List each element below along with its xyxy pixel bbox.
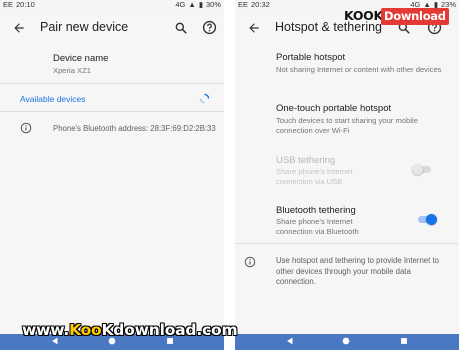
carrier-label: EE [3, 0, 14, 9]
nav-recents-icon[interactable] [399, 336, 409, 346]
divider [0, 111, 224, 112]
spinner-icon [199, 93, 210, 104]
phone-screen-pair-device: EE 20:10 4G ▲ ▮ 30% Pair new device Devi… [0, 0, 224, 350]
kookdownload-logo: KOOK Download [344, 8, 458, 28]
device-name-value: Xperia XZ1 [53, 66, 91, 75]
usb-tethering-subtitle: Share phone's Internet connection via US… [276, 167, 353, 186]
arrow-back-icon[interactable] [247, 21, 261, 35]
signal-icon: ▲ [188, 0, 196, 9]
usb-tethering-title: USB tethering [276, 155, 336, 166]
bluetooth-tethering-title: Bluetooth tethering [276, 205, 356, 216]
navigation-bar [235, 334, 459, 350]
page-title: Pair new device [40, 20, 129, 34]
bluetooth-tethering-subtitle: Share phone's Internet connection via Bl… [276, 217, 359, 236]
search-icon[interactable] [174, 21, 188, 35]
help-icon[interactable] [202, 20, 217, 35]
watermark-brand-rest: Kdownload.com [101, 321, 238, 339]
clock: 20:32 [251, 0, 270, 9]
battery-icon: ▮ [198, 0, 203, 9]
one-touch-hotspot-title: One-touch portable hotspot [276, 103, 392, 114]
clock: 20:10 [16, 0, 35, 9]
status-bar: EE 20:10 4G ▲ ▮ 30% [0, 0, 224, 9]
app-bar: Pair new device [0, 9, 224, 47]
portable-hotspot-subtitle: Not sharing Internet or content with oth… [276, 65, 442, 74]
nav-home-icon[interactable] [341, 336, 351, 346]
portable-hotspot-title: Portable hotspot [276, 52, 346, 63]
info-icon [244, 256, 256, 268]
bluetooth-tethering-toggle[interactable] [417, 214, 437, 225]
nav-back-icon[interactable] [285, 336, 295, 346]
carrier-label: EE [238, 0, 249, 9]
watermark-prefix: www. [22, 321, 70, 339]
logo-text-download: Download [381, 8, 449, 25]
divider [235, 243, 459, 244]
watermark: www.KooKdownload.com [22, 321, 238, 339]
network-type: 4G [175, 0, 186, 9]
usb-tethering-toggle[interactable] [412, 164, 432, 175]
one-touch-hotspot-subtitle: Touch devices to start sharing your mobi… [276, 116, 418, 135]
info-icon [20, 122, 32, 134]
divider [0, 83, 224, 84]
device-name-title: Device name [53, 53, 109, 64]
hotspot-info-text: Use hotspot and tethering to provide Int… [276, 256, 439, 286]
bluetooth-address-info: Phone's Bluetooth address: 28:3F:69:D2:2… [53, 124, 216, 133]
logo-text-kook: KOOK [344, 8, 383, 23]
phone-screen-hotspot-tethering: EE 20:32 4G ▲ ▮ 23% Hotspot & tethering … [235, 0, 459, 350]
arrow-back-icon[interactable] [12, 21, 26, 35]
battery-percent: 30% [205, 0, 221, 9]
available-devices-header: Available devices [20, 94, 86, 104]
watermark-brand-highlight: Koo [69, 321, 102, 339]
